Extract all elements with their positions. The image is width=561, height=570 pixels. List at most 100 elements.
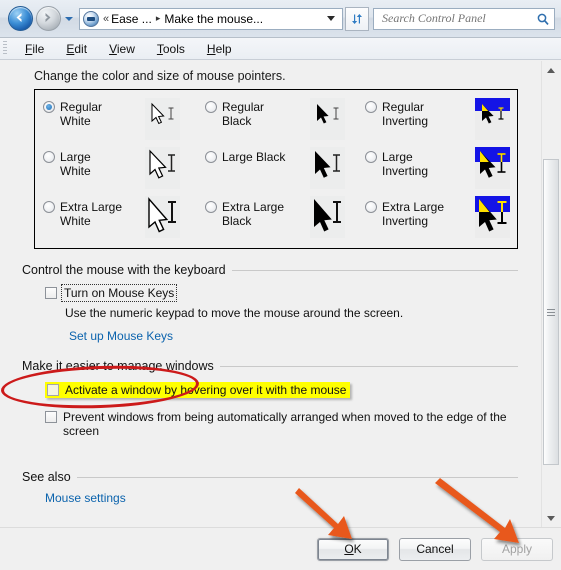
- section-rule: [76, 476, 518, 478]
- breadcrumb-item-current[interactable]: Make the mouse...: [164, 12, 263, 26]
- scrollbar-grip-icon: [547, 307, 555, 318]
- section-heading: Make it easier to manage windows: [22, 359, 214, 373]
- section-heading: See also: [22, 470, 71, 484]
- scroll-up-button[interactable]: [542, 61, 560, 79]
- row-activate-window-hover[interactable]: Activate a window by hovering over it wi…: [45, 382, 530, 399]
- pointer-label: Extra Large Inverting: [382, 200, 445, 228]
- vertical-scrollbar[interactable]: [541, 61, 561, 527]
- link-mouse-settings[interactable]: Mouse settings: [45, 491, 126, 505]
- pointer-preview-extra-large-white: [145, 196, 180, 238]
- scroll-down-button[interactable]: [542, 509, 560, 527]
- pointer-label: Regular Black: [222, 100, 265, 128]
- section-see-also: See also: [22, 470, 518, 484]
- settings-pane: Change the color and size of mouse point…: [0, 61, 542, 527]
- pointer-label: Large Inverting: [382, 150, 429, 178]
- section-heading: Control the mouse with the keyboard: [22, 263, 226, 277]
- pointer-preview-regular-black: [310, 98, 345, 140]
- breadcrumb-dropdown-button[interactable]: [324, 16, 338, 21]
- pointer-preview-extra-large-inverting: [475, 196, 510, 238]
- mouse-keys-hint-text: Use the numeric keypad to move the mouse…: [65, 306, 404, 320]
- menu-item-file[interactable]: File: [14, 40, 55, 58]
- row-mouse-settings[interactable]: Mouse settings: [45, 491, 530, 505]
- breadcrumb-overflow-icon[interactable]: «: [103, 13, 109, 25]
- refresh-button[interactable]: [345, 6, 369, 31]
- pointer-preview-large-inverting: [475, 147, 510, 189]
- ok-button[interactable]: OK: [317, 537, 389, 561]
- breadcrumb-item-ease[interactable]: Ease ...: [111, 12, 152, 26]
- back-arrow-icon: [16, 13, 22, 22]
- pointer-preview-large-white: [145, 147, 180, 189]
- pointer-label: Regular Inverting: [382, 100, 429, 128]
- highlight-activate-window: Activate a window by hovering over it wi…: [45, 382, 351, 398]
- scroll-down-icon: [547, 515, 555, 521]
- cancel-button[interactable]: Cancel: [399, 537, 471, 561]
- pointer-preview-large-black: [310, 147, 345, 189]
- pointer-label: Regular White: [60, 100, 103, 128]
- menu-item-help-label: elp: [215, 41, 232, 56]
- pointer-option-regular-white[interactable]: Regular White: [43, 100, 102, 128]
- apply-button: Apply: [481, 537, 553, 561]
- scroll-up-icon: [547, 67, 555, 73]
- refresh-icon: [352, 13, 362, 24]
- checkbox-activate-window-hover-label[interactable]: Activate a window by hovering over it wi…: [65, 383, 346, 397]
- control-panel-icon: [83, 10, 99, 27]
- radio-regular-black[interactable]: [205, 101, 217, 113]
- menu-item-file-label: ile: [32, 41, 45, 56]
- radio-large-black[interactable]: [205, 151, 217, 163]
- radio-large-white[interactable]: [43, 151, 55, 163]
- menu-item-tools-label: ools: [162, 41, 185, 56]
- scrollbar-thumb[interactable]: [543, 159, 559, 465]
- checkbox-prevent-auto-arrange-label[interactable]: Prevent windows from being automatically…: [63, 410, 530, 438]
- row-set-up-mouse-keys[interactable]: Set up Mouse Keys: [69, 329, 530, 343]
- back-button[interactable]: [8, 6, 33, 31]
- checkbox-prevent-auto-arrange[interactable]: [45, 411, 57, 423]
- row-turn-on-mouse-keys[interactable]: Turn on Mouse Keys: [45, 284, 530, 302]
- menu-item-edit-label: dit: [74, 41, 88, 56]
- radio-extra-large-inverting[interactable]: [365, 201, 377, 213]
- pointer-style-group: Regular White Large White Extra Large Wh…: [34, 89, 518, 249]
- pointer-option-large-inverting[interactable]: Large Inverting: [365, 150, 428, 178]
- pointer-option-extra-large-white[interactable]: Extra Large White: [43, 200, 122, 228]
- breadcrumb-separator-icon: ▸: [155, 13, 161, 23]
- content-area: Change the color and size of mouse point…: [0, 61, 561, 527]
- radio-regular-white[interactable]: [43, 101, 55, 113]
- pointer-option-extra-large-inverting[interactable]: Extra Large Inverting: [365, 200, 444, 228]
- ok-button-label: K: [353, 542, 362, 556]
- forward-button[interactable]: [36, 6, 61, 31]
- page-lead-text: Change the color and size of mouse point…: [34, 69, 286, 83]
- pointer-label: Extra Large White: [60, 200, 123, 228]
- checkbox-activate-window-hover[interactable]: [47, 384, 59, 396]
- pointer-preview-regular-white: [145, 98, 180, 140]
- radio-extra-large-white[interactable]: [43, 201, 55, 213]
- pointer-option-large-black[interactable]: Large Black: [205, 150, 285, 164]
- checkbox-turn-on-mouse-keys[interactable]: [45, 287, 57, 299]
- pointer-option-regular-inverting[interactable]: Regular Inverting: [365, 100, 428, 128]
- menu-item-view[interactable]: View: [98, 40, 146, 58]
- radio-regular-inverting[interactable]: [365, 101, 377, 113]
- pointer-label: Large Black: [222, 150, 286, 164]
- menu-item-edit[interactable]: Edit: [55, 40, 98, 58]
- radio-extra-large-black[interactable]: [205, 201, 217, 213]
- address-bar: « Ease ... ▸ Make the mouse...: [0, 0, 561, 38]
- pointer-option-large-white[interactable]: Large White: [43, 150, 91, 178]
- menu-bar: File Edit View Tools Help: [0, 38, 561, 60]
- radio-large-inverting[interactable]: [365, 151, 377, 163]
- breadcrumb-address-bar[interactable]: « Ease ... ▸ Make the mouse...: [79, 7, 343, 30]
- search-icon[interactable]: [536, 12, 550, 26]
- row-prevent-auto-arrange[interactable]: Prevent windows from being automatically…: [45, 410, 530, 438]
- link-set-up-mouse-keys[interactable]: Set up Mouse Keys: [69, 329, 173, 343]
- forward-arrow-icon: [45, 13, 51, 22]
- checkbox-turn-on-mouse-keys-label[interactable]: Turn on Mouse Keys: [60, 284, 178, 302]
- pointer-preview-extra-large-black: [310, 196, 345, 238]
- menu-item-tools[interactable]: Tools: [146, 40, 196, 58]
- search-box[interactable]: [373, 7, 555, 30]
- history-dropdown-button[interactable]: [63, 9, 75, 29]
- chevron-down-icon: [327, 16, 335, 21]
- menu-item-help[interactable]: Help: [196, 40, 243, 58]
- search-input[interactable]: [380, 10, 536, 27]
- chevron-down-icon: [65, 16, 73, 21]
- pointer-option-regular-black[interactable]: Regular Black: [205, 100, 264, 128]
- pointer-preview-regular-inverting: [475, 98, 510, 140]
- menu-item-view-label: iew: [116, 41, 135, 56]
- pointer-option-extra-large-black[interactable]: Extra Large Black: [205, 200, 284, 228]
